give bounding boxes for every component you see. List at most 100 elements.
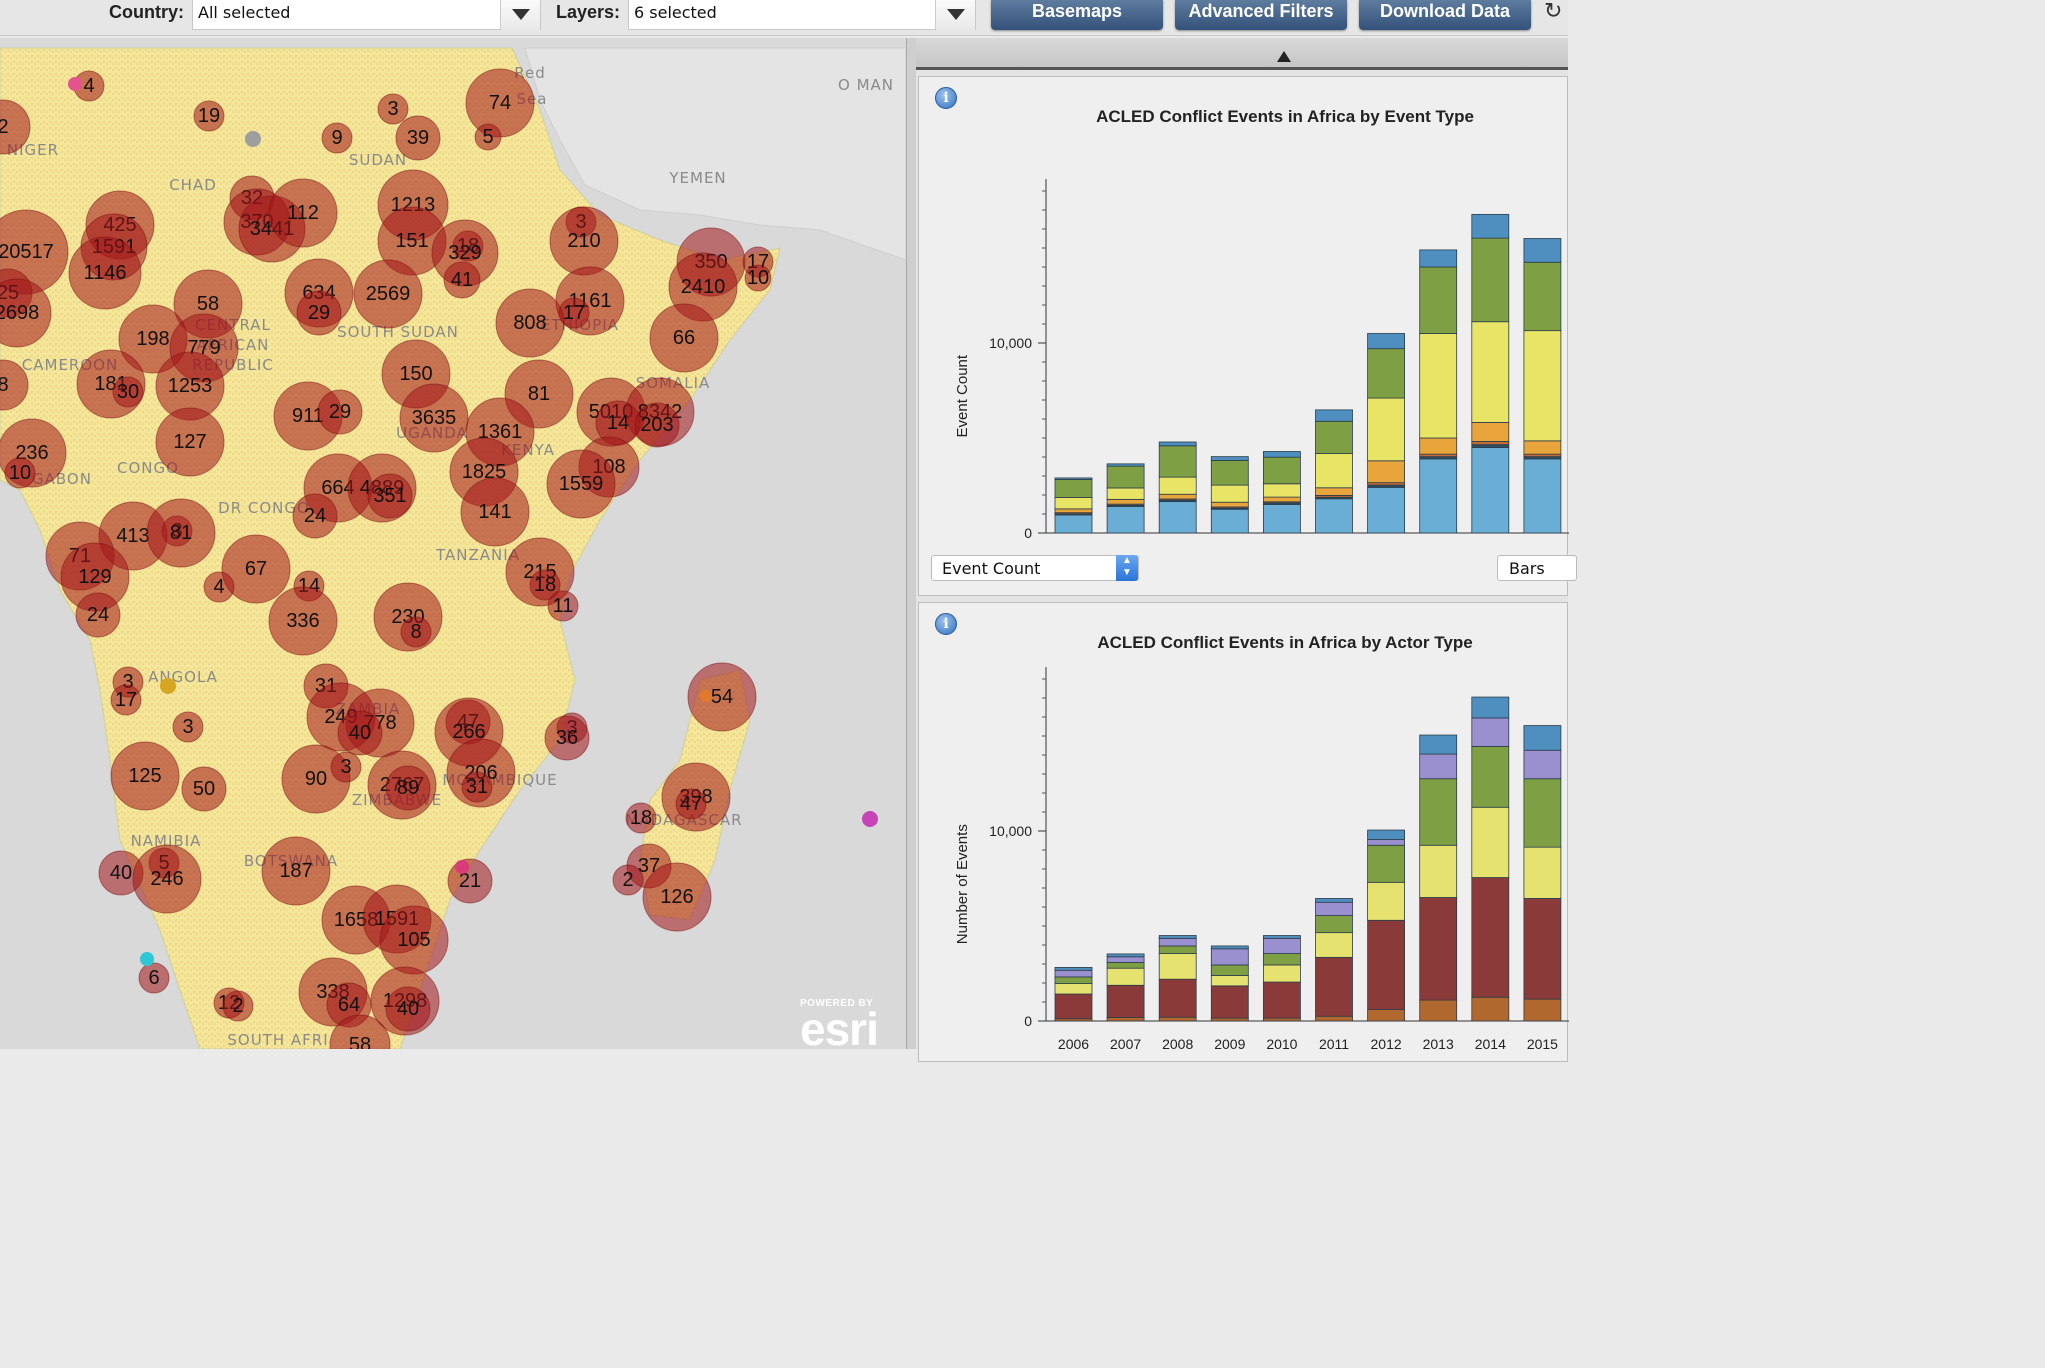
event-cluster-bubble[interactable]: 105 (379, 905, 449, 975)
bar-segment[interactable] (1523, 440, 1562, 455)
event-cluster-bubble[interactable]: 141 (460, 477, 530, 547)
bar-segment[interactable] (1471, 746, 1510, 808)
event-marker[interactable] (160, 678, 176, 694)
event-cluster-bubble[interactable]: 8 (400, 616, 432, 648)
bar-segment[interactable] (1523, 898, 1562, 1000)
bar-segment[interactable] (1158, 441, 1197, 447)
bar-segment[interactable] (1262, 451, 1301, 458)
advanced-filters-button[interactable]: Advanced Filters (1175, 0, 1347, 30)
event-cluster-bubble[interactable]: 126 (642, 862, 712, 932)
bar-segment[interactable] (1262, 1017, 1301, 1022)
bar-segment[interactable] (1158, 501, 1197, 534)
event-marker[interactable] (68, 77, 82, 91)
bar-segment[interactable] (1106, 956, 1145, 963)
bar-segment[interactable] (1315, 498, 1353, 534)
bar-segment[interactable] (1315, 915, 1353, 934)
bar-segment[interactable] (1471, 877, 1510, 998)
event-cluster-bubble[interactable]: 81 (146, 498, 216, 568)
bar-segment[interactable] (1419, 734, 1458, 755)
event-marker[interactable] (700, 690, 712, 702)
event-cluster-bubble[interactable]: 2 (222, 990, 254, 1022)
chart-style-select[interactable]: Bars (1497, 555, 1577, 581)
bar-segment[interactable] (1471, 444, 1510, 448)
bar-segment[interactable] (1054, 479, 1093, 498)
event-cluster-bubble[interactable]: 3 (330, 751, 362, 783)
layers-select[interactable]: 6 selected (628, 0, 976, 30)
event-marker[interactable] (455, 860, 469, 874)
bar-segment[interactable] (1367, 348, 1406, 399)
event-cluster-bubble[interactable]: 74 (465, 68, 535, 138)
event-cluster-bubble[interactable]: 2 (612, 864, 644, 896)
event-cluster-bubble[interactable]: 2569 (353, 259, 423, 329)
bar-segment[interactable] (1419, 266, 1458, 334)
bar-segment[interactable] (1054, 976, 1093, 984)
bar-segment[interactable] (1054, 497, 1093, 510)
bar-segment[interactable] (1523, 778, 1562, 848)
bar-segment[interactable] (1523, 458, 1562, 534)
bar-segment[interactable] (1419, 333, 1458, 439)
bar-segment[interactable] (1315, 420, 1353, 454)
bar-segment[interactable] (1419, 999, 1458, 1022)
bar-segment[interactable] (1210, 1017, 1249, 1022)
select-stepper-icon[interactable]: ▲ ▼ (1116, 555, 1138, 581)
event-cluster-bubble[interactable]: 54 (687, 662, 757, 732)
bar-segment[interactable] (1158, 445, 1197, 478)
bar-segment[interactable] (1210, 501, 1249, 508)
event-marker[interactable] (862, 811, 878, 827)
bar-segment[interactable] (1210, 985, 1249, 1019)
bar-segment[interactable] (1262, 483, 1301, 498)
bar-segment[interactable] (1419, 753, 1458, 780)
bar-segment[interactable] (1210, 456, 1249, 461)
event-cluster-bubble[interactable]: 41 (443, 261, 481, 299)
bar-segment[interactable] (1158, 978, 1197, 1018)
bar-segment[interactable] (1471, 213, 1510, 239)
bar-segment[interactable] (1054, 508, 1093, 514)
bar-segment[interactable] (1471, 447, 1510, 534)
bar-segment[interactable] (1367, 460, 1406, 484)
bar-segment[interactable] (1367, 397, 1406, 462)
bar-segment[interactable] (1367, 881, 1406, 921)
bar-segment[interactable] (1523, 749, 1562, 780)
bar-segment[interactable] (1523, 725, 1562, 751)
bar-segment[interactable] (1106, 1017, 1145, 1022)
event-cluster-bubble[interactable]: 203 (634, 402, 680, 448)
event-cluster-bubble[interactable]: 127 (155, 407, 225, 477)
event-cluster-bubble[interactable]: 19 (193, 100, 225, 132)
bar-segment[interactable] (1106, 463, 1145, 467)
bar-segment[interactable] (1367, 1009, 1406, 1022)
bar-segment[interactable] (1158, 476, 1197, 495)
bar-segment[interactable] (1210, 948, 1249, 966)
bar-segment[interactable] (1054, 477, 1093, 480)
bar-segment[interactable] (1471, 806, 1510, 878)
bar-segment[interactable] (1210, 484, 1249, 503)
bar-segment[interactable] (1106, 505, 1145, 534)
event-cluster-bubble[interactable]: 40 (337, 710, 383, 756)
bar-segment[interactable] (1158, 935, 1197, 939)
bar-segment[interactable] (1315, 453, 1353, 489)
bar-segment[interactable] (1419, 897, 1458, 1001)
map-canvas[interactable]: NIGERCHADSUDANYEMENO MANSOUTH SUDANCENTR… (0, 38, 906, 1049)
bar-segment[interactable] (1419, 844, 1458, 898)
bar-segment[interactable] (1367, 829, 1406, 840)
bar-segment[interactable] (1315, 409, 1353, 422)
event-cluster-bubble[interactable]: 18 (625, 802, 657, 834)
bar-segment[interactable] (1262, 937, 1301, 954)
event-cluster-bubble[interactable]: 29 (296, 290, 342, 336)
bar-segment[interactable] (1523, 846, 1562, 899)
event-cluster-bubble[interactable]: 47 (675, 788, 707, 820)
bar-segment[interactable] (1210, 945, 1249, 950)
bar-segment[interactable] (1210, 974, 1249, 987)
bar-segment[interactable] (1419, 437, 1458, 455)
event-cluster-bubble[interactable]: 24 (292, 493, 338, 539)
bar-segment[interactable] (1106, 498, 1145, 505)
bar-segment[interactable] (1367, 919, 1406, 1010)
bar-segment[interactable] (1106, 962, 1145, 969)
bar-segment[interactable] (1106, 953, 1145, 958)
event-cluster-bubble[interactable]: 1559 (546, 449, 616, 519)
bar-segment[interactable] (1315, 898, 1353, 903)
event-cluster-bubble[interactable]: 187 (261, 836, 331, 906)
bar-segment[interactable] (1158, 945, 1197, 954)
bar-segment[interactable] (1262, 456, 1301, 485)
event-cluster-bubble[interactable]: 36 (544, 715, 590, 761)
bar-segment[interactable] (1210, 460, 1249, 486)
